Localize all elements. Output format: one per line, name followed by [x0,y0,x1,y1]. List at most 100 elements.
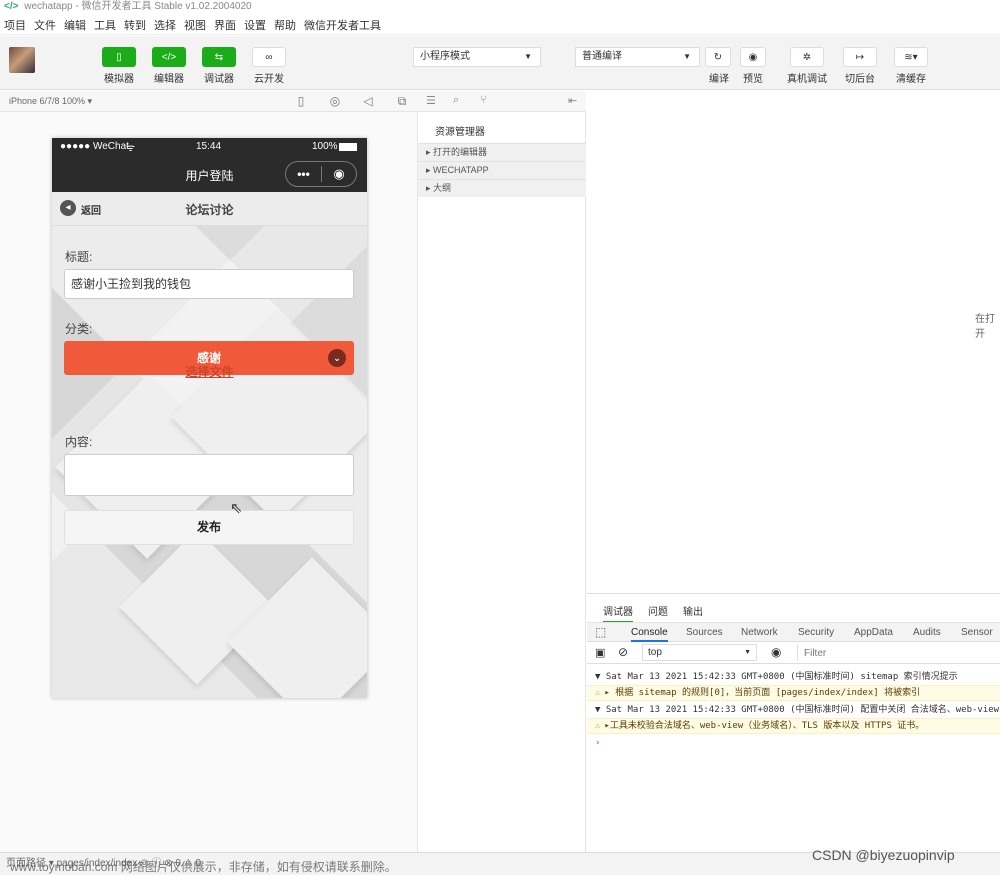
tab-audits[interactable]: Audits [913,627,941,638]
debugger-label: 调试器 [204,74,234,85]
menu-tools[interactable]: 工具 [94,17,116,33]
open-editors-section[interactable]: ▸ 打开的编辑器 [418,143,586,161]
caret-down-icon: ▼ [683,52,691,61]
menu-file[interactable]: 文件 [34,17,56,33]
compile-button[interactable]: ↻ [705,47,731,67]
tab-sources[interactable]: Sources [686,627,723,638]
search-icon[interactable]: ⌕ [453,94,459,107]
tab-appdata[interactable]: AppData [854,627,893,638]
console-warning[interactable]: ⚠ ▸工具未校验合法域名、web-view（业务域名）、TLS 版本以及 HTTP… [587,718,1000,734]
code-icon: </> [161,51,177,63]
tab-sensor[interactable]: Sensor [961,627,993,638]
menu-help[interactable]: 帮助 [274,17,296,33]
tab-output[interactable]: 输出 [683,603,703,618]
background-button[interactable]: ↦ [843,47,877,67]
refresh-icon: ↻ [713,51,723,63]
compile-mode-select[interactable]: 普通编译 ▼ [575,47,700,67]
menu-interface[interactable]: 界面 [214,17,236,33]
phone-icon: ▯ [116,51,122,63]
console-log-group[interactable]: ▼ Sat Mar 13 2021 15:42:33 GMT+0800 (中国标… [587,670,1000,684]
console-warning[interactable]: ⚠ ▸ 根据 sitemap 的规则[0]，当前页面 [pages/index/i… [587,685,1000,701]
menu-view[interactable]: 视图 [184,17,206,33]
menu-edit[interactable]: 编辑 [64,17,86,33]
category-label: 分类: [65,322,93,336]
csdn-watermark: CSDN @biyezuopinvip [812,847,955,863]
background-diamond [227,557,367,698]
console-warning-text: ▸ 根据 sitemap 的规则[0]，当前页面 [pages/index/in… [604,688,921,698]
context-value: top [648,647,662,658]
mode-select-value: 小程序模式 [420,51,470,62]
branch-icon[interactable]: ⑂ [480,94,487,106]
list-icon[interactable]: ☰ [426,94,436,107]
simulator-header: iPhone 6/7/8 100% ▾ [0,91,418,112]
overlay-watermark: www.toymoban.com 网络图片仅供展示，非存储，如有侵权请联系删除。 [10,860,397,874]
wifi-icon: ᯤ [126,143,136,154]
record-icon[interactable]: ◎ [328,94,342,108]
battery-icon [339,143,357,151]
collapse-panel-icon[interactable]: ⇤ [568,94,577,107]
mode-select[interactable]: 小程序模式 ▼ [413,47,541,67]
wechatapp-section[interactable]: ▸ WECHATAPP [418,161,586,179]
debugger-button[interactable]: ⇆ [202,47,236,67]
clear-console-icon[interactable]: ⊘ [618,645,628,659]
sub-nav-bar: ◂ 返回 论坛讨论 [52,192,367,226]
sound-icon[interactable]: ◁ [361,94,375,108]
title-label: 标题: [65,250,93,264]
more-dots-icon[interactable]: ••• [286,167,321,181]
tab-network[interactable]: Network [741,627,778,638]
editor-area [587,91,1000,593]
console-filter-input[interactable] [797,645,997,661]
page-title: 论坛讨论 [185,203,234,217]
context-select[interactable]: top ▼ [642,644,757,661]
tab-debugger[interactable]: 调试器 [603,603,633,623]
clear-cache-button[interactable]: ≋▾ [894,47,928,67]
content-label: 内容: [65,435,93,449]
console-warning-text: ▸工具未校验合法域名、web-view（业务域名）、TLS 版本以及 HTTPS… [604,721,925,731]
wechat-devtools-logo-icon: </> [4,1,19,12]
phone-simulator: ●●●●● WeChat ᯤ 15:44 100% 用户登陆 ••• ◉ ◂ 返… [52,138,367,698]
phone-status-bar: ●●●●● WeChat ᯤ 15:44 100% [52,138,367,156]
console-prompt[interactable]: › [587,736,1000,750]
devtools-panel: 调试器 问题 输出 ⬚ Console Sources Network Secu… [587,593,1000,852]
menu-wechat-devtools[interactable]: 微信开发者工具 [304,17,381,33]
menu-settings[interactable]: 设置 [244,17,266,33]
preview-button[interactable]: ◉ [740,47,766,67]
explorer-toolbar: ☰ ⌕ ⑂ ⇤ [418,91,586,112]
content-textarea[interactable] [64,454,354,496]
devtools-top-tabs: 调试器 问题 输出 [587,594,1000,623]
detach-window-icon[interactable]: ⧉ [395,94,409,108]
mini-program-capsule: ••• ◉ [285,161,357,187]
preview-label: 预览 [743,74,763,85]
simulator-button[interactable]: ▯ [102,47,136,67]
close-capsule-icon[interactable]: ◉ [322,166,356,182]
tab-security[interactable]: Security [798,627,834,638]
eye-icon: ◉ [748,51,758,63]
warning-icon: ⚠ [595,721,601,731]
phone-outline-icon[interactable]: ▯ [294,94,308,108]
console-filter-bar: ▣ ⊘ top ▼ ◉ [587,642,1000,664]
inspect-element-icon[interactable]: ⬚ [595,625,606,639]
choose-file-link[interactable]: 选择文件 [52,363,367,380]
console-log-group[interactable]: ▼ Sat Mar 13 2021 15:42:33 GMT+0800 (中国标… [587,703,1000,717]
real-device-debug-button[interactable]: ✲ [790,47,824,67]
explorer-panel: ☰ ⌕ ⑂ ⇤ 资源管理器 ▸ 打开的编辑器 ▸ WECHATAPP ▸ 大纲 [418,91,586,852]
user-avatar[interactable] [9,47,35,73]
layers-icon: ≋▾ [904,51,918,63]
menu-project[interactable]: 项目 [4,17,26,33]
device-select[interactable]: iPhone 6/7/8 100% ▾ [9,96,92,106]
title-input[interactable]: 感谢小王捡到我的钱包 [64,269,354,299]
outline-section[interactable]: ▸ 大纲 [418,179,586,197]
eye-icon[interactable]: ◉ [771,645,781,659]
cloud-button[interactable]: ∞ [252,47,286,67]
sidebar-toggle-icon[interactable]: ▣ [595,646,605,659]
switch-background-icon: ↦ [855,51,865,63]
cloud-link-icon: ∞ [265,51,273,63]
tab-problems[interactable]: 问题 [648,603,668,618]
menu-select[interactable]: 选择 [154,17,176,33]
background-label: 切后台 [845,74,875,85]
publish-button[interactable]: 发布 [64,510,354,545]
editor-button[interactable]: </> [152,47,186,67]
menu-goto[interactable]: 转到 [124,17,146,33]
tab-console[interactable]: Console [631,627,668,642]
battery-text: 100% [312,141,338,152]
